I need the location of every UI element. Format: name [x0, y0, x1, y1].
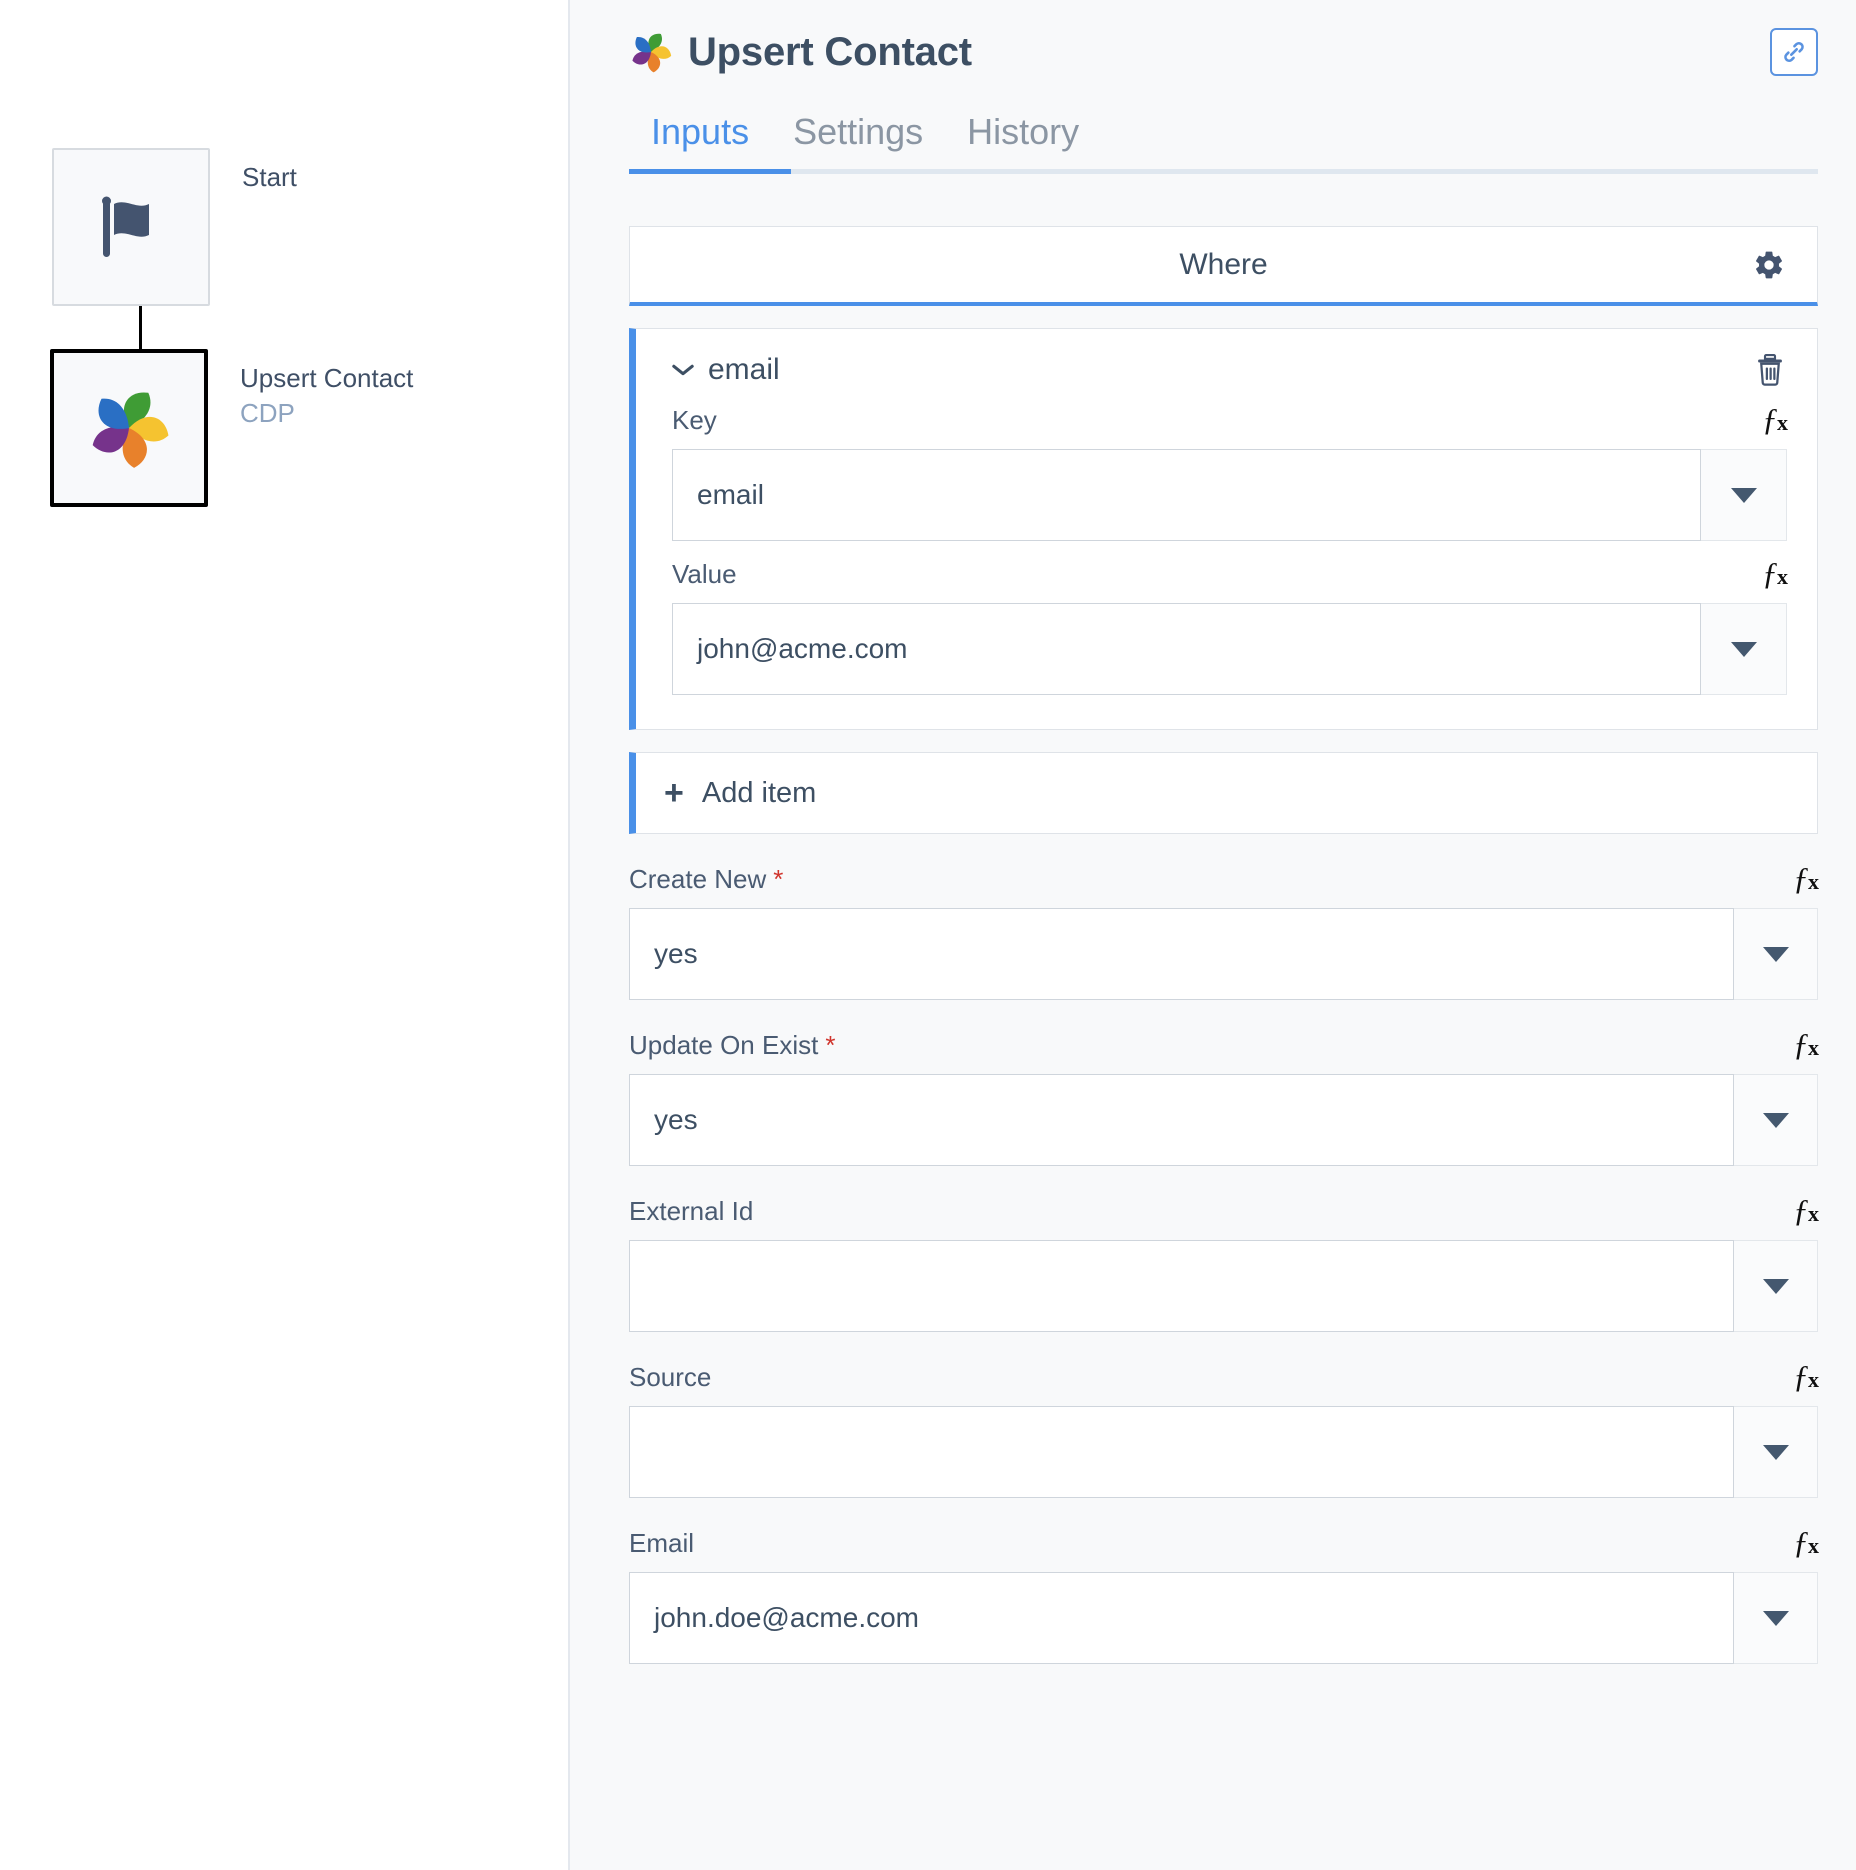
node-icon-box[interactable]: [52, 148, 210, 306]
field-create-new: Create New * ƒx yes: [629, 860, 1819, 1000]
field-label-row: Create New * ƒx: [629, 860, 1819, 900]
field-label: Email: [629, 1528, 695, 1558]
chevron-down-icon: [1762, 1112, 1789, 1128]
field-label: External Id: [629, 1196, 754, 1226]
fx-icon[interactable]: ƒx: [1793, 1192, 1819, 1229]
field-label: Update On Exist: [629, 1030, 819, 1060]
email-dropdown-button[interactable]: [1734, 1572, 1818, 1664]
field-control: email: [672, 449, 1787, 541]
trash-icon: [1758, 353, 1782, 386]
delete-item-button[interactable]: [1755, 353, 1785, 387]
cdp-logo-icon: [632, 33, 672, 73]
add-item-label: Add item: [701, 776, 817, 809]
node-label-group: Upsert Contact CDP: [240, 349, 413, 431]
field-label-row: Email ƒx: [629, 1524, 1819, 1564]
plus-icon: +: [664, 774, 684, 812]
field-control: [629, 1406, 1818, 1498]
field-label: Value: [672, 559, 737, 589]
link-chain-icon: [1784, 42, 1804, 62]
where-item-name: email: [708, 353, 780, 386]
fx-icon[interactable]: ƒx: [1793, 1524, 1819, 1561]
where-label: Where: [1179, 247, 1268, 281]
panel-tabs: Inputs Settings History: [610, 114, 1818, 174]
node-title: Upsert Contact: [240, 363, 414, 393]
update-on-exist-input[interactable]: yes: [629, 1074, 1734, 1166]
active-tab-underline: [629, 169, 791, 174]
panel-header: Upsert Contact: [610, 0, 1818, 76]
field-email: Email ƒx john.doe@acme.com: [629, 1524, 1819, 1664]
workflow-canvas[interactable]: Start Upsert Contact CDP: [0, 0, 570, 1870]
fx-icon[interactable]: ƒx: [1793, 1026, 1819, 1063]
add-item-button[interactable]: + Add item: [629, 752, 1818, 834]
external-id-dropdown-button[interactable]: [1734, 1240, 1818, 1332]
field-label-row: Key ƒx: [672, 401, 1788, 441]
fx-icon[interactable]: ƒx: [1762, 555, 1788, 592]
tab-inputs[interactable]: Inputs: [629, 114, 771, 174]
chevron-down-icon: [1762, 1444, 1789, 1460]
node-icon-box[interactable]: [50, 349, 208, 507]
create-new-input[interactable]: yes: [629, 908, 1734, 1000]
node-subtitle: CDP: [240, 398, 295, 429]
value-input[interactable]: john@acme.com: [672, 603, 1701, 695]
source-input[interactable]: [629, 1406, 1734, 1498]
field-label-row: External Id ƒx: [629, 1192, 1819, 1232]
create-new-dropdown-button[interactable]: [1734, 908, 1818, 1000]
field-update-on-exist: Update On Exist * ƒx yes: [629, 1026, 1819, 1166]
tab-settings[interactable]: Settings: [771, 114, 945, 174]
fx-icon[interactable]: ƒx: [1793, 1358, 1819, 1395]
chevron-down-icon: [672, 364, 694, 376]
tab-history[interactable]: History: [945, 114, 1101, 174]
where-item-card: email Key ƒx email Value ƒx john@acme.co…: [629, 328, 1818, 730]
field-source: Source ƒx: [629, 1358, 1819, 1498]
chevron-down-icon: [1762, 1278, 1789, 1294]
gear-icon: [1756, 251, 1782, 278]
node-label-group: Start: [242, 148, 297, 195]
chevron-down-icon: [1762, 946, 1789, 962]
field-label: Create New: [629, 864, 767, 894]
fx-icon[interactable]: ƒx: [1793, 860, 1819, 897]
tabs-rail: [629, 169, 1818, 174]
chevron-down-icon: [1730, 487, 1757, 503]
workflow-node-upsert-contact[interactable]: Upsert Contact CDP: [50, 349, 413, 507]
fx-icon[interactable]: ƒx: [1762, 401, 1788, 438]
value-dropdown-button[interactable]: [1701, 603, 1787, 695]
chevron-down-icon: [1730, 641, 1757, 657]
field-control: yes: [629, 908, 1818, 1000]
key-dropdown-button[interactable]: [1701, 449, 1787, 541]
update-on-exist-dropdown-button[interactable]: [1734, 1074, 1818, 1166]
field-label-row: Source ƒx: [629, 1358, 1819, 1398]
field-key: Key ƒx email: [672, 401, 1788, 541]
field-value: Value ƒx john@acme.com: [672, 555, 1788, 695]
copy-link-button[interactable]: [1770, 28, 1818, 76]
chevron-down-icon: [1762, 1610, 1789, 1626]
page-title: Upsert Contact: [688, 29, 972, 74]
where-section-header[interactable]: Where: [629, 226, 1818, 306]
inputs-form: Where email Key ƒx email Value ƒx john@a…: [610, 226, 1819, 1664]
workflow-node-start[interactable]: Start: [52, 148, 297, 306]
flag-icon: [102, 196, 149, 257]
app-root: Start Upsert Contact CDP Upsert Contact …: [0, 0, 1856, 1870]
source-dropdown-button[interactable]: [1734, 1406, 1818, 1498]
field-control: john@acme.com: [672, 603, 1787, 695]
required-indicator: *: [773, 864, 784, 894]
where-settings-button[interactable]: [1753, 249, 1785, 281]
required-indicator: *: [825, 1030, 836, 1060]
key-input[interactable]: email: [672, 449, 1701, 541]
where-item-header[interactable]: email: [672, 353, 1787, 387]
field-external-id: External Id ƒx: [629, 1192, 1819, 1332]
field-control: john.doe@acme.com: [629, 1572, 1818, 1664]
field-label-row: Update On Exist * ƒx: [629, 1026, 1819, 1066]
details-panel: Upsert Contact Inputs Settings History W…: [570, 0, 1856, 1870]
external-id-input[interactable]: [629, 1240, 1734, 1332]
node-title: Start: [242, 162, 297, 192]
field-label: Key: [672, 405, 717, 435]
field-control: [629, 1240, 1818, 1332]
field-label-row: Value ƒx: [672, 555, 1788, 595]
field-control: yes: [629, 1074, 1818, 1166]
field-label: Source: [629, 1362, 712, 1392]
email-input[interactable]: john.doe@acme.com: [629, 1572, 1734, 1664]
cdp-logo-icon: [92, 392, 169, 468]
